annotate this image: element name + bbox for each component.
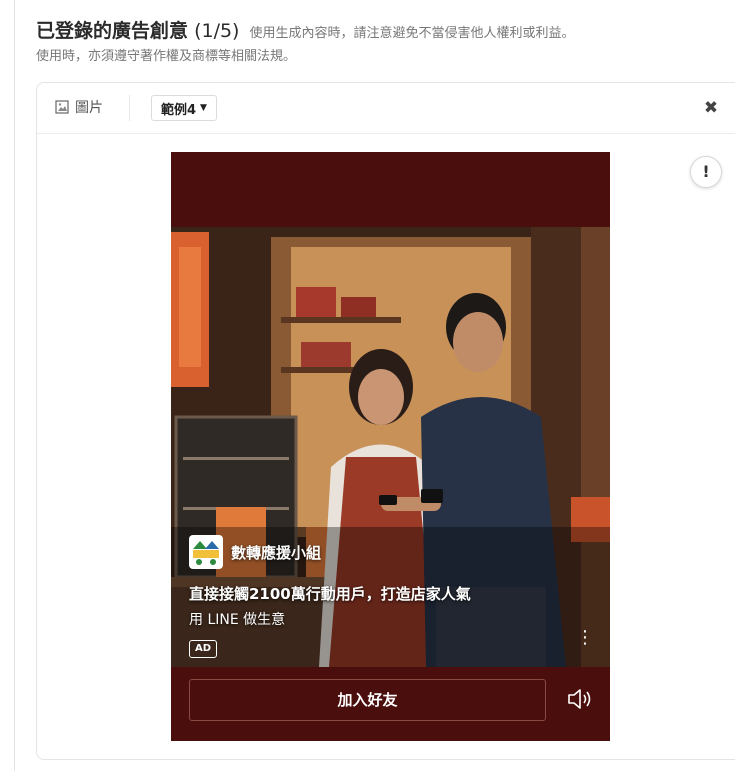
ad-headline: 直接接觸2100萬行動用戶，打造店家人氣 <box>189 585 471 603</box>
brand-name: 數轉應援小組 <box>231 543 322 562</box>
close-icon[interactable]: ✖ <box>701 98 721 118</box>
usage-notice-line2: 使用時，亦須遵守著作權及商標等相關法規。 <box>36 49 297 64</box>
speaker-icon[interactable] <box>567 687 593 711</box>
image-icon <box>55 100 69 114</box>
toolbar-divider <box>129 95 130 121</box>
example-select-value: 範例4 <box>161 102 197 118</box>
left-divider <box>14 0 15 771</box>
example-select[interactable]: 範例4 ▼ <box>151 95 217 121</box>
ad-preview: 數轉應援小組 直接接觸2100萬行動用戶，打造店家人氣 用 LINE 做生意 A… <box>171 152 610 741</box>
exclamation-icon[interactable]: ! <box>690 156 722 188</box>
ad-photo: 數轉應援小組 直接接觸2100萬行動用戶，打造店家人氣 用 LINE 做生意 A… <box>171 227 610 667</box>
creative-count: (1/5) <box>194 20 240 42</box>
ad-top-band <box>171 152 610 227</box>
add-friend-button[interactable]: 加入好友 <box>189 679 546 721</box>
ad-brand: 數轉應援小組 <box>189 535 321 569</box>
ad-bottom-band: 加入好友 <box>171 667 610 741</box>
media-type-text: 圖片 <box>75 100 103 116</box>
card-toolbar: 圖片 範例4 ▼ ✖ <box>37 83 735 134</box>
ad-badge: AD <box>189 640 218 658</box>
ad-subline: 用 LINE 做生意 <box>189 612 286 628</box>
more-vertical-icon[interactable]: ⋮ <box>576 629 594 647</box>
page-title: 已登錄的廣告創意 <box>36 20 189 42</box>
brand-logo-icon <box>189 535 223 569</box>
usage-notice-line1: 使用生成內容時，請注意避免不當侵害他人權利或利益。 <box>249 26 575 41</box>
caret-down-icon: ▼ <box>200 103 207 113</box>
media-type-label: 圖片 <box>55 97 103 117</box>
page-header: 已登錄的廣告創意 (1/5) 使用生成內容時，請注意避免不當侵害他人權利或利益。… <box>36 18 726 67</box>
